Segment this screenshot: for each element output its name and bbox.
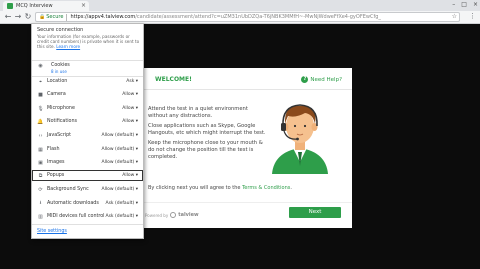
terms-prefix: By clicking next you will agree to the: [148, 185, 243, 191]
reload-icon[interactable]: ↻: [23, 12, 33, 22]
cookies-label: Cookies: [51, 63, 70, 68]
permission-label: Automatic downloads: [47, 201, 99, 206]
brand-name: talview: [178, 212, 199, 218]
microphone-icon: 🎙: [37, 105, 44, 112]
security-desc-text: Your information (for example, passwords…: [37, 34, 140, 49]
star-icon[interactable]: ☆: [452, 13, 457, 20]
support-agent-illustration: [260, 96, 340, 174]
permission-label: Location: [47, 79, 68, 84]
camera-icon: ■: [38, 91, 43, 98]
powered-by-label: Powered by: [145, 212, 169, 218]
permission-select[interactable]: Ask (default) ▾: [106, 201, 139, 206]
permission-label: MIDI devices full control: [47, 214, 105, 219]
back-arrow-icon[interactable]: ←: [3, 12, 13, 22]
address-bar[interactable]: 🔒 Secure https://appv4.talview.com/candi…: [35, 12, 460, 22]
permission-row-notifications[interactable]: 🔔 Notifications Allow ▾: [32, 116, 143, 127]
title-bar: MCQ Interview × – □ ×: [0, 0, 480, 11]
url-host: https://appv4.talview.com: [70, 14, 136, 20]
automatic-downloads-icon: ⭳: [39, 199, 42, 206]
notifications-icon: 🔔: [37, 118, 44, 125]
midi-icon: ▥: [38, 213, 43, 220]
agent-illustration-icon: [272, 104, 328, 174]
permission-label: Background Sync: [47, 187, 89, 192]
terms-text: By clicking next you will agree to the T…: [148, 185, 292, 191]
permission-select[interactable]: Allow ▾: [122, 119, 138, 124]
secure-label[interactable]: Secure: [46, 14, 63, 20]
cookie-icon: ◉: [38, 63, 43, 69]
images-icon: ▣: [38, 159, 43, 166]
permission-label: Notifications: [47, 119, 78, 124]
permission-row-microphone[interactable]: 🎙 Microphone Allow ▾: [32, 103, 143, 114]
powered-by: Powered by talview: [145, 212, 199, 218]
welcome-title: WELCOME!: [155, 76, 192, 83]
terms-suffix: .: [290, 185, 292, 191]
menu-dots-icon[interactable]: ⋮: [469, 12, 476, 20]
next-button[interactable]: Next: [289, 207, 341, 218]
learn-more-link[interactable]: Learn more: [56, 44, 80, 49]
instruction-item: Close applications such as Skype, Google…: [148, 123, 266, 136]
permission-row-automatic-downloads[interactable]: ⭳ Automatic downloads Ask (default) ▾: [32, 198, 143, 209]
forward-arrow-icon[interactable]: →: [13, 12, 23, 22]
need-help-label: Need Help?: [310, 76, 342, 83]
lock-icon[interactable]: 🔒: [39, 14, 45, 20]
window-controls: – □ ×: [452, 0, 478, 10]
permission-row-popups[interactable]: ⧉ Popups Allow ▾: [32, 170, 143, 181]
maximize-icon[interactable]: □: [461, 0, 467, 10]
permission-select[interactable]: Allow ▾: [122, 106, 138, 111]
security-description: Your information (for example, passwords…: [37, 34, 140, 49]
permission-select[interactable]: Allow ▾: [122, 92, 138, 97]
cookies-in-use-link[interactable]: 8 in use: [51, 69, 70, 75]
instructions: Attend the test in a quiet environment w…: [148, 106, 268, 164]
permission-row-location[interactable]: ⌖ Location Ask ▾: [32, 76, 143, 87]
permission-label: Microphone: [47, 106, 75, 111]
location-icon: ⌖: [39, 78, 42, 85]
permission-label: Camera: [47, 92, 66, 97]
permission-select[interactable]: Ask (default) ▾: [106, 214, 139, 219]
minimize-icon[interactable]: –: [452, 0, 455, 10]
tab-title: MCQ Interview: [16, 3, 53, 9]
background-sync-icon: ⟳: [38, 186, 43, 193]
permission-label: Popups: [47, 173, 65, 178]
instruction-item: Keep the microphone close to your mouth …: [148, 140, 263, 160]
permission-row-images[interactable]: ▣ Images Allow (default) ▾: [32, 157, 143, 168]
permission-row-javascript[interactable]: ‹› JavaScript Allow (default) ▾: [32, 130, 143, 141]
permission-row-background-sync[interactable]: ⟳ Background Sync Allow (default) ▾: [32, 184, 143, 195]
need-help-link[interactable]: ? Need Help?: [301, 76, 342, 83]
permission-row-flash[interactable]: ▦ Flash Allow (default) ▾: [32, 144, 143, 155]
divider: [32, 224, 143, 225]
javascript-icon: ‹›: [38, 132, 43, 139]
permission-select[interactable]: Allow ▾: [122, 173, 138, 178]
flash-icon: ▦: [38, 146, 43, 153]
url-path: /candidate/assessment/attend?c=uZM31nUbD…: [135, 14, 381, 20]
browser-tab[interactable]: MCQ Interview ×: [3, 1, 89, 11]
permission-row-midi[interactable]: ▥ MIDI devices full control Ask (default…: [32, 211, 143, 222]
permission-label: Flash: [47, 147, 60, 152]
security-title: Secure connection: [37, 27, 84, 33]
divider: [32, 60, 143, 61]
permission-row-camera[interactable]: ■ Camera Allow ▾: [32, 89, 143, 100]
permission-select[interactable]: Allow (default) ▾: [102, 147, 138, 152]
site-settings-link[interactable]: Site settings: [37, 229, 67, 234]
site-info-popup: Secure connection Your information (for …: [31, 23, 144, 239]
talview-logo-icon: [170, 212, 177, 218]
close-tab-icon[interactable]: ×: [81, 2, 86, 9]
terms-link[interactable]: Terms & Conditions: [242, 185, 290, 191]
permission-select[interactable]: Allow (default) ▾: [102, 187, 138, 192]
permission-label: JavaScript: [47, 133, 72, 138]
url-text[interactable]: https://appv4.talview.com/candidate/asse…: [70, 14, 380, 20]
permission-select[interactable]: Ask ▾: [126, 79, 138, 84]
instruction-item: Attend the test in a quiet environment w…: [148, 106, 248, 119]
permission-select[interactable]: Allow (default) ▾: [102, 160, 138, 165]
permission-label: Images: [47, 160, 65, 165]
popups-icon: ⧉: [38, 172, 43, 179]
permission-select[interactable]: Allow (default) ▾: [102, 133, 138, 138]
cookies-row[interactable]: ◉ Cookies 8 in use: [37, 63, 70, 75]
favicon-icon: [7, 3, 13, 9]
divider: [66, 13, 68, 21]
help-icon: ?: [301, 76, 309, 83]
close-window-icon[interactable]: ×: [473, 0, 478, 10]
